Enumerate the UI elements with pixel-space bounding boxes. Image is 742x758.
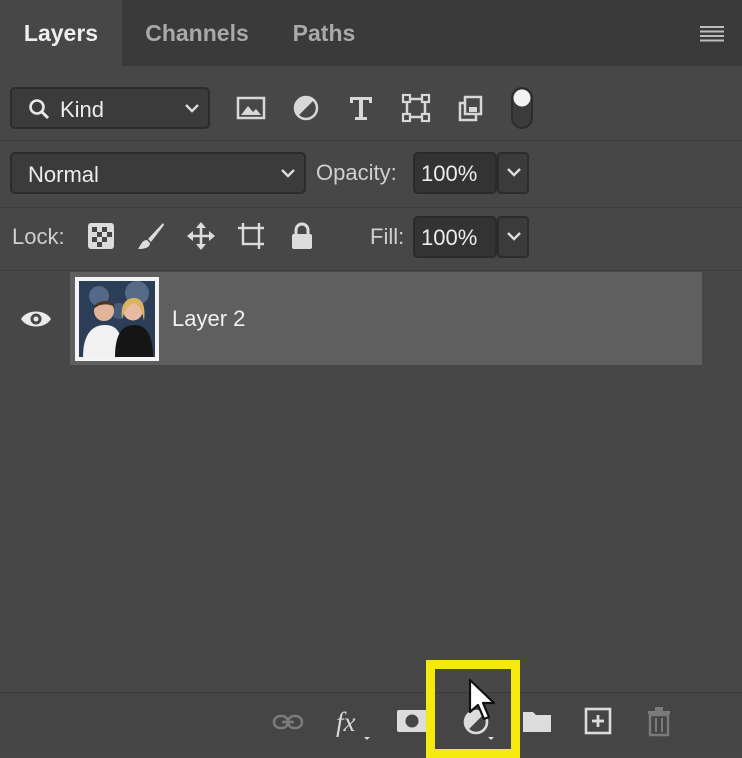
mouse-pointer-icon	[468, 678, 496, 721]
opacity-value: 100%	[421, 161, 478, 186]
blend-mode-value: Normal	[28, 162, 99, 187]
layer-thumbnail[interactable]	[75, 277, 159, 361]
lock-artboard-icon[interactable]	[236, 221, 266, 251]
filter-kind-label: Kind	[60, 97, 105, 122]
fx-icon[interactable]: fx	[334, 706, 374, 742]
eye-icon[interactable]	[20, 308, 52, 330]
filter-kind-dropdown[interactable]: Kind	[10, 87, 210, 129]
tab-channels[interactable]: Channels	[122, 0, 272, 66]
scrollbar[interactable]	[702, 272, 742, 692]
adjustment-filter-icon[interactable]	[291, 93, 321, 123]
lock-position-icon[interactable]	[186, 221, 216, 251]
new-group-icon[interactable]	[521, 708, 553, 734]
layer-name[interactable]: Layer 2	[172, 306, 245, 332]
image-filter-icon[interactable]	[236, 93, 266, 123]
shape-filter-icon[interactable]	[401, 93, 431, 123]
fill-input[interactable]: 100%	[413, 216, 497, 258]
lock-label: Lock:	[12, 224, 65, 249]
hamburger-menu-icon[interactable]	[700, 26, 724, 42]
filter-toggle-icon[interactable]	[509, 86, 535, 130]
fill-value: 100%	[421, 225, 478, 250]
chevron-down-icon	[507, 232, 521, 241]
chevron-down-icon	[281, 169, 295, 178]
divider	[0, 270, 742, 271]
fill-label: Fill:	[370, 224, 405, 249]
lock-transparent-pixels-icon[interactable]	[86, 221, 116, 251]
divider	[0, 207, 742, 208]
smart-object-filter-icon[interactable]	[456, 93, 486, 123]
lock-all-icon[interactable]	[287, 221, 317, 251]
lock-image-pixels-icon[interactable]	[136, 221, 166, 251]
delete-layer-icon[interactable]	[645, 705, 673, 737]
blend-mode-dropdown[interactable]: Normal	[10, 152, 306, 194]
opacity-label: Opacity:	[316, 160, 397, 185]
photo-thumbnail-image	[79, 281, 155, 357]
fill-slider-button[interactable]	[497, 216, 529, 258]
svg-text:fx: fx	[336, 707, 356, 737]
opacity-input[interactable]: 100%	[413, 152, 497, 194]
tab-paths[interactable]: Paths	[272, 0, 376, 66]
chevron-down-icon	[507, 168, 521, 177]
tab-bar: Layers Channels Paths	[0, 0, 742, 66]
tab-layers[interactable]: Layers	[0, 0, 122, 66]
type-filter-icon[interactable]	[346, 93, 376, 123]
link-layers-icon[interactable]	[272, 712, 304, 732]
divider	[0, 140, 742, 141]
new-layer-icon[interactable]	[583, 706, 613, 736]
add-mask-icon[interactable]	[396, 708, 428, 734]
search-icon	[29, 99, 50, 120]
opacity-slider-button[interactable]	[497, 152, 529, 194]
chevron-down-icon	[185, 104, 199, 113]
